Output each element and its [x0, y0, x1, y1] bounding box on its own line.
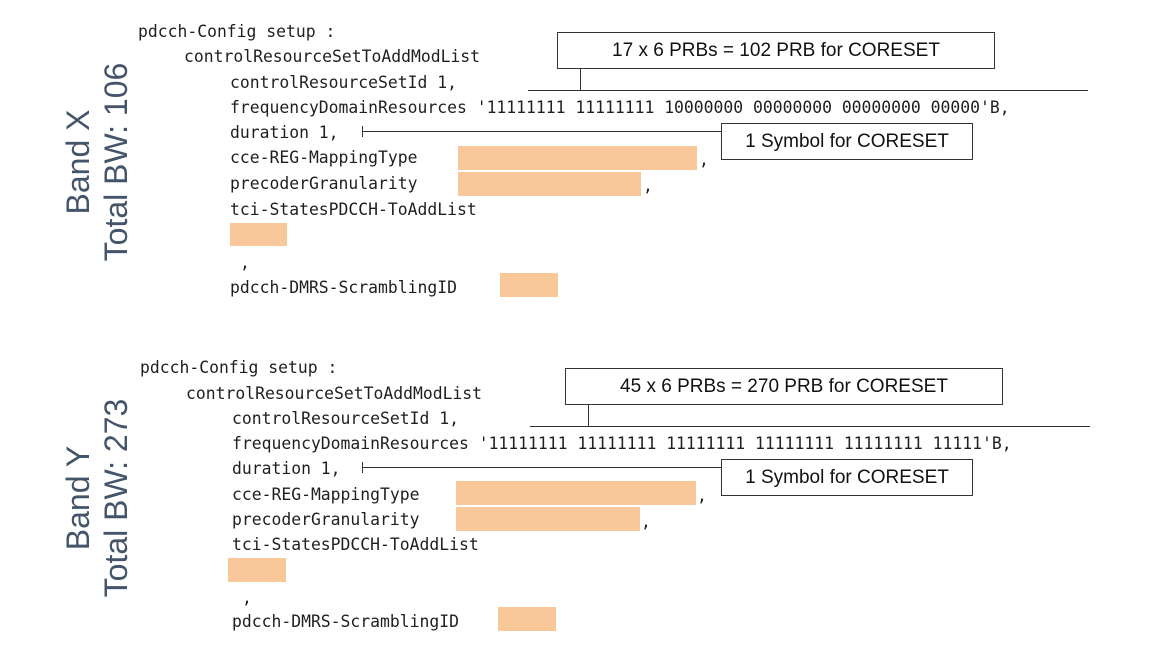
band-x-symbol-leader: [362, 131, 721, 132]
band-x-line-pdcch-config: pdcch-Config setup :: [138, 22, 336, 41]
band-y-symbol-callout: 1 Symbol for CORESET: [721, 459, 973, 496]
band-x-prb-leader-vertical: [580, 69, 581, 91]
band-y-symbol-leader-tick: [362, 462, 363, 473]
band-x-line-cce-reg: cce-REG-MappingType: [230, 148, 418, 167]
band-x-redaction-dmrs: [500, 273, 558, 297]
band-x-redaction-precoder: [458, 172, 641, 196]
band-x-comma-precoder: ,: [643, 176, 653, 195]
band-y-line-precoder: precoderGranularity: [232, 510, 420, 529]
band-y-side-label: Band Y Total BW: 273: [59, 373, 135, 623]
band-y-line-coreset-id: controlResourceSetId 1,: [232, 409, 459, 428]
band-x-line-precoder: precoderGranularity: [230, 174, 418, 193]
band-y-line-freq-domain: frequencyDomainResources '11111111 11111…: [232, 434, 1012, 453]
band-y-prb-leader-vertical: [588, 405, 589, 427]
band-x-symbol-callout: 1 Symbol for CORESET: [721, 123, 973, 160]
band-x-comma-cce-reg: ,: [699, 150, 709, 169]
band-x-line-comma: ,: [240, 253, 250, 272]
band-x-redaction-tci-states: [230, 223, 287, 246]
band-y-line-coreset-list: controlResourceSetToAddModList: [186, 384, 483, 403]
band-y-line-cce-reg: cce-REG-MappingType: [232, 485, 420, 504]
diagram-canvas: Band X Total BW: 106 pdcch-Config setup …: [0, 0, 1154, 652]
band-x-name: Band X: [60, 109, 96, 215]
band-y-redaction-precoder: [456, 507, 640, 531]
band-y-total-bw: Total BW: 273: [98, 398, 134, 598]
band-x-line-dmrs-scrambling: pdcch-DMRS-ScramblingID: [230, 278, 457, 297]
band-x-symbol-leader-tick: [362, 126, 363, 137]
band-y-prb-callout: 45 x 6 PRBs = 270 PRB for CORESET: [565, 368, 1003, 405]
band-y-comma-precoder: ,: [641, 512, 651, 531]
band-y-symbol-leader: [362, 467, 721, 468]
band-x-side-label: Band X Total BW: 106: [59, 37, 135, 287]
band-x-prb-leader-horizontal: [528, 90, 1088, 91]
band-y-name: Band Y: [60, 445, 96, 551]
band-x-line-tci-states: tci-StatesPDCCH-ToAddList: [230, 200, 477, 219]
band-y-line-tci-states: tci-StatesPDCCH-ToAddList: [232, 535, 479, 554]
band-x-line-duration: duration 1,: [230, 123, 339, 142]
band-x-line-freq-domain: frequencyDomainResources '11111111 11111…: [230, 98, 1010, 117]
band-x-redaction-cce-reg: [458, 146, 697, 170]
band-x-line-coreset-id: controlResourceSetId 1,: [230, 73, 457, 92]
band-y-comma-cce-reg: ,: [697, 486, 707, 505]
band-y-redaction-dmrs: [498, 607, 556, 631]
band-x-line-coreset-list: controlResourceSetToAddModList: [184, 47, 481, 66]
band-y-redaction-tci-states: [228, 558, 286, 582]
band-x-total-bw: Total BW: 106: [98, 62, 134, 262]
band-y-redaction-cce-reg: [456, 481, 696, 505]
band-y-line-duration: duration 1,: [232, 459, 341, 478]
band-x-prb-callout: 17 x 6 PRBs = 102 PRB for CORESET: [557, 32, 995, 69]
band-y-prb-leader-horizontal: [530, 426, 1090, 427]
band-y-line-dmrs-scrambling: pdcch-DMRS-ScramblingID: [232, 612, 459, 631]
band-y-line-comma: ,: [242, 588, 252, 607]
band-y-line-pdcch-config: pdcch-Config setup :: [140, 358, 338, 377]
